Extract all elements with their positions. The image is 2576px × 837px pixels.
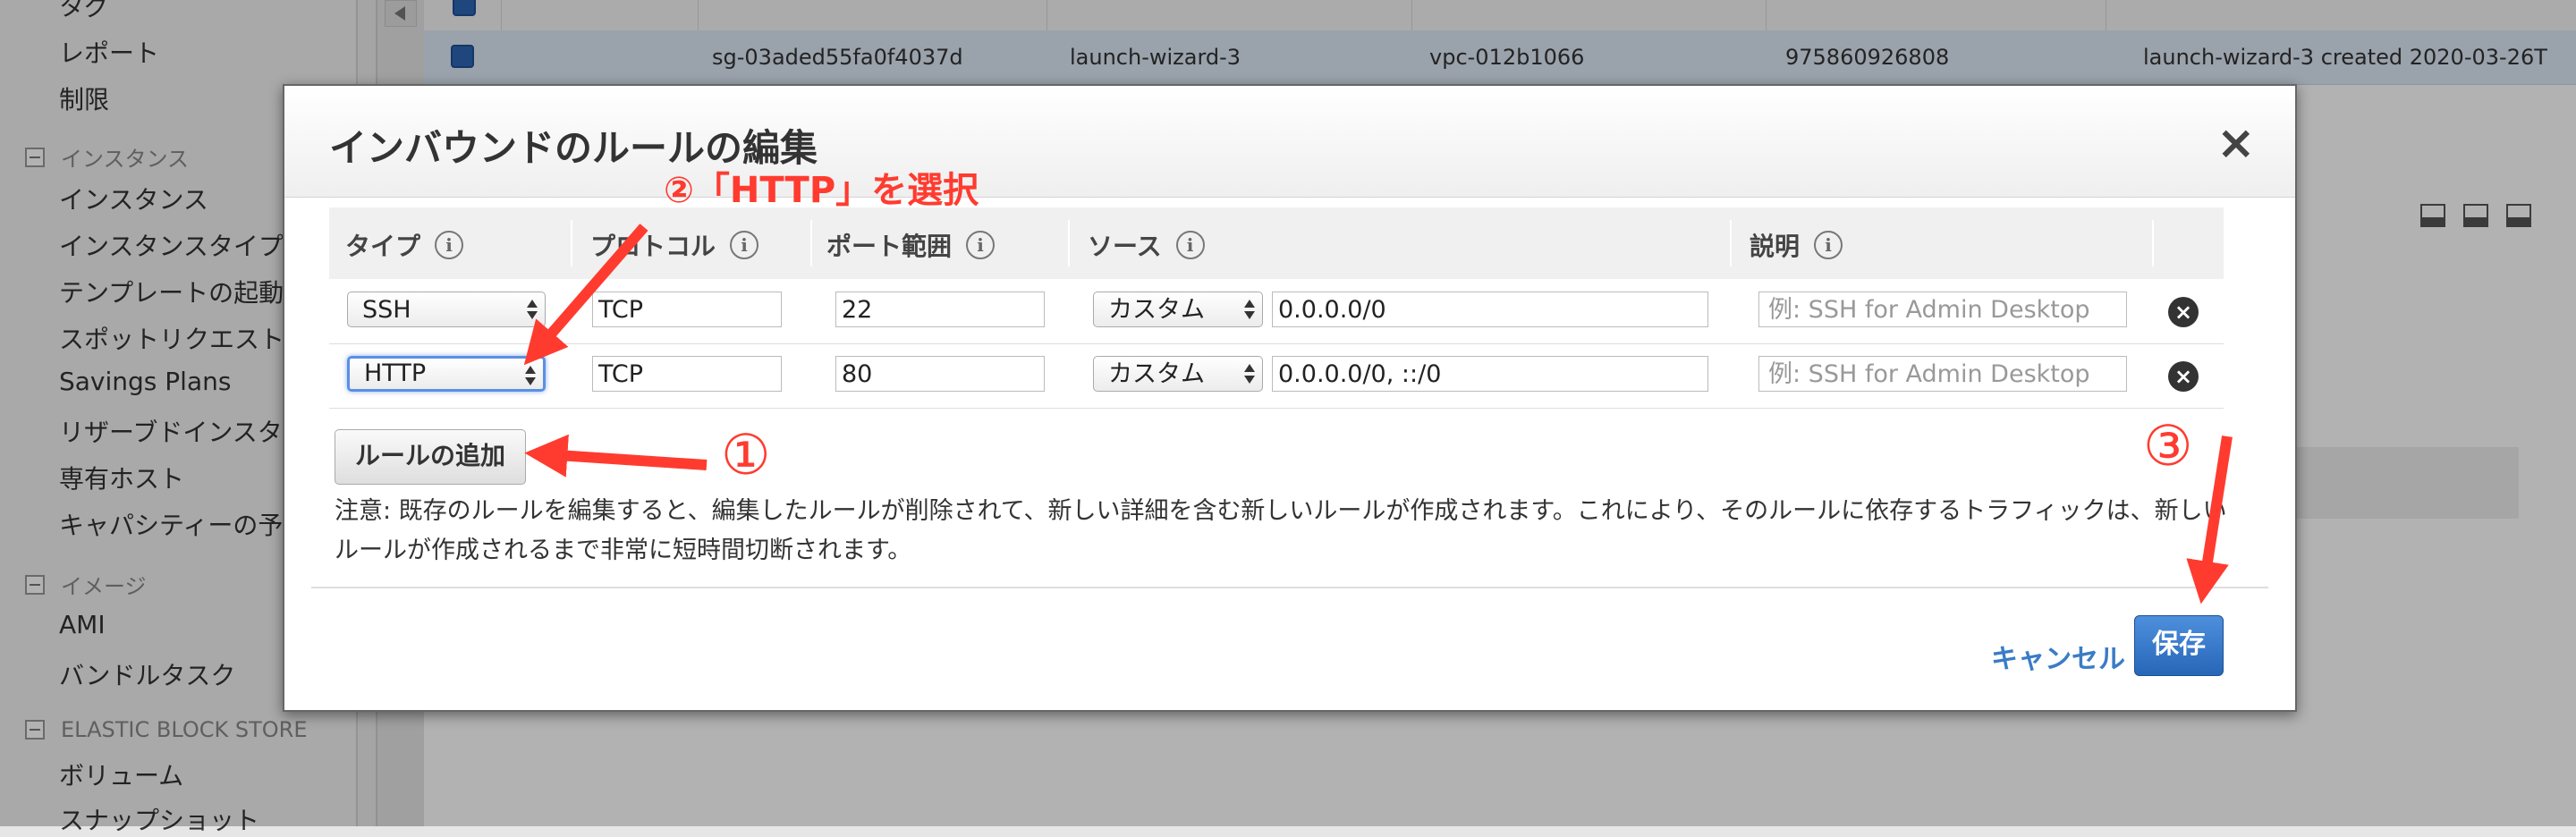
description-field[interactable]: 例: SSH for Admin Desktop [1758,292,2127,327]
port-range-field[interactable]: 80 [835,356,1045,392]
type-select[interactable]: HTTP [347,356,546,392]
add-rule-button[interactable]: ルールの追加 [335,429,526,485]
header-label: ソース [1088,232,1162,261]
rules-table-header: タイプ i プロトコル i ポート範囲 i ソース i 説明 i [329,207,2224,279]
save-button[interactable]: 保存 [2134,615,2224,676]
header-label: ポート範囲 [826,232,953,261]
select-arrows-icon [1244,362,1255,385]
header-label: タイプ [345,232,421,261]
source-type-value: カスタム [1108,296,1205,324]
description-field[interactable]: 例: SSH for Admin Desktop [1758,356,2127,392]
type-select[interactable]: SSH [347,292,546,327]
source-type-select[interactable]: カスタム [1093,356,1263,392]
close-icon[interactable]: × [2216,120,2256,166]
remove-rule-icon[interactable]: × [2168,297,2199,327]
dialog-divider [311,587,2268,588]
header-label: 説明 [1750,232,1801,261]
select-arrows-icon [525,364,536,387]
step3-annotation: ③ [2143,413,2193,478]
rule-row-http: HTTP TCP 80 カスタム 0.0.0.0/0, ::/0 例: SSH … [329,343,2224,409]
edit-inbound-rules-dialog: インバウンドのルールの編集 × タイプ i プロトコル i ポート範囲 i ソー… [283,84,2297,712]
info-icon[interactable]: i [1814,231,1843,259]
select-arrows-icon [1244,298,1255,321]
source-type-select[interactable]: カスタム [1093,292,1263,327]
cancel-button[interactable]: キャンセル [1991,637,2125,676]
type-select-value: HTTP [364,359,427,387]
port-range-field[interactable]: 22 [835,292,1045,327]
type-select-value: SSH [362,296,411,324]
edit-warning-note: 注意: 既存のルールを編集すると、編集したルールが削除されて、新しい詳細を含む新… [335,497,2227,564]
step1-annotation: ① [721,422,771,487]
select-arrows-icon [527,298,538,321]
remove-rule-icon[interactable]: × [2168,361,2199,392]
header-source: ソース i [1088,227,1205,263]
protocol-field: TCP [592,356,782,392]
header-protocol: プロトコル i [590,227,759,263]
header-port-range: ポート範囲 i [826,227,996,263]
source-cidr-field[interactable]: 0.0.0.0/0, ::/0 [1272,356,1708,392]
protocol-field: TCP [592,292,782,327]
info-icon[interactable]: i [435,231,464,259]
step2-annotation: ②「HTTP」を選択 [664,170,979,211]
header-type: タイプ i [345,227,464,263]
source-type-value: カスタム [1108,360,1205,388]
dialog-header: インバウンドのルールの編集 × [284,86,2295,198]
info-icon[interactable]: i [1175,231,1205,259]
source-cidr-field[interactable]: 0.0.0.0/0 [1272,292,1708,327]
info-icon[interactable]: i [730,231,759,259]
header-label: プロトコル [590,232,716,261]
header-description: 説明 i [1750,227,1843,263]
info-icon[interactable]: i [966,231,996,259]
rule-row-ssh: SSH TCP 22 カスタム 0.0.0.0/0 例: SSH for Adm… [329,279,2224,344]
